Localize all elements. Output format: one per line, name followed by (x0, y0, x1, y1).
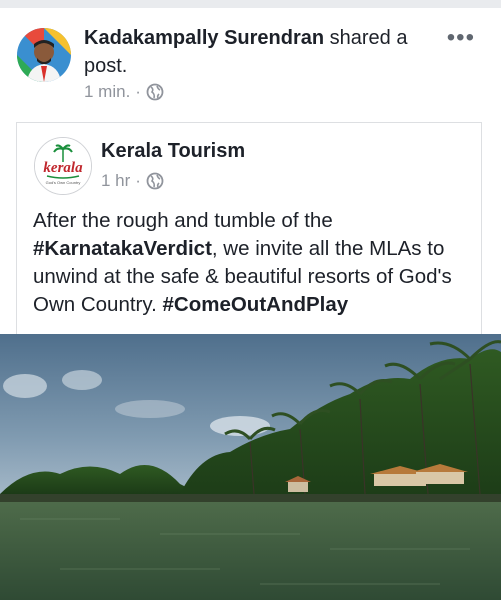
hashtag-link[interactable]: #ComeOutAndPlay (163, 293, 349, 316)
page-logo[interactable]: kerala God's Own Country (34, 137, 92, 195)
shared-post-meta: 1 hr · (101, 171, 164, 191)
feed-top-divider (0, 0, 501, 8)
hashtag-link[interactable]: #KarnatakaVerdict (33, 237, 212, 260)
logo-tagline: God's Own Country (46, 180, 81, 185)
post-text-part1: After the rough and tumble of the (33, 209, 333, 232)
globe-icon (146, 83, 164, 101)
globe-icon (146, 172, 164, 190)
sharer-name[interactable]: Kadakampally Surendran (84, 27, 324, 49)
post-body-text: After the rough and tumble of the #Karna… (33, 207, 473, 319)
more-options-icon[interactable]: ••• (447, 24, 475, 52)
meta-separator: · (135, 82, 141, 101)
post-time[interactable]: 1 min. (84, 82, 130, 102)
post-author-line: Kadakampally Surendran shared a post. (84, 24, 444, 80)
logo-wordmark: kerala (43, 160, 83, 176)
shared-post-time[interactable]: 1 hr (101, 171, 130, 191)
shared-post-card[interactable]: kerala God's Own Country Kerala Tourism … (16, 122, 482, 334)
page-name[interactable]: Kerala Tourism (101, 140, 245, 163)
post-meta: 1 min. · (84, 82, 164, 102)
post-photo[interactable] (0, 334, 501, 600)
post-header: Kadakampally Surendran shared a post. 1 … (0, 8, 501, 120)
meta-separator: · (135, 171, 141, 190)
avatar[interactable] (17, 28, 71, 82)
